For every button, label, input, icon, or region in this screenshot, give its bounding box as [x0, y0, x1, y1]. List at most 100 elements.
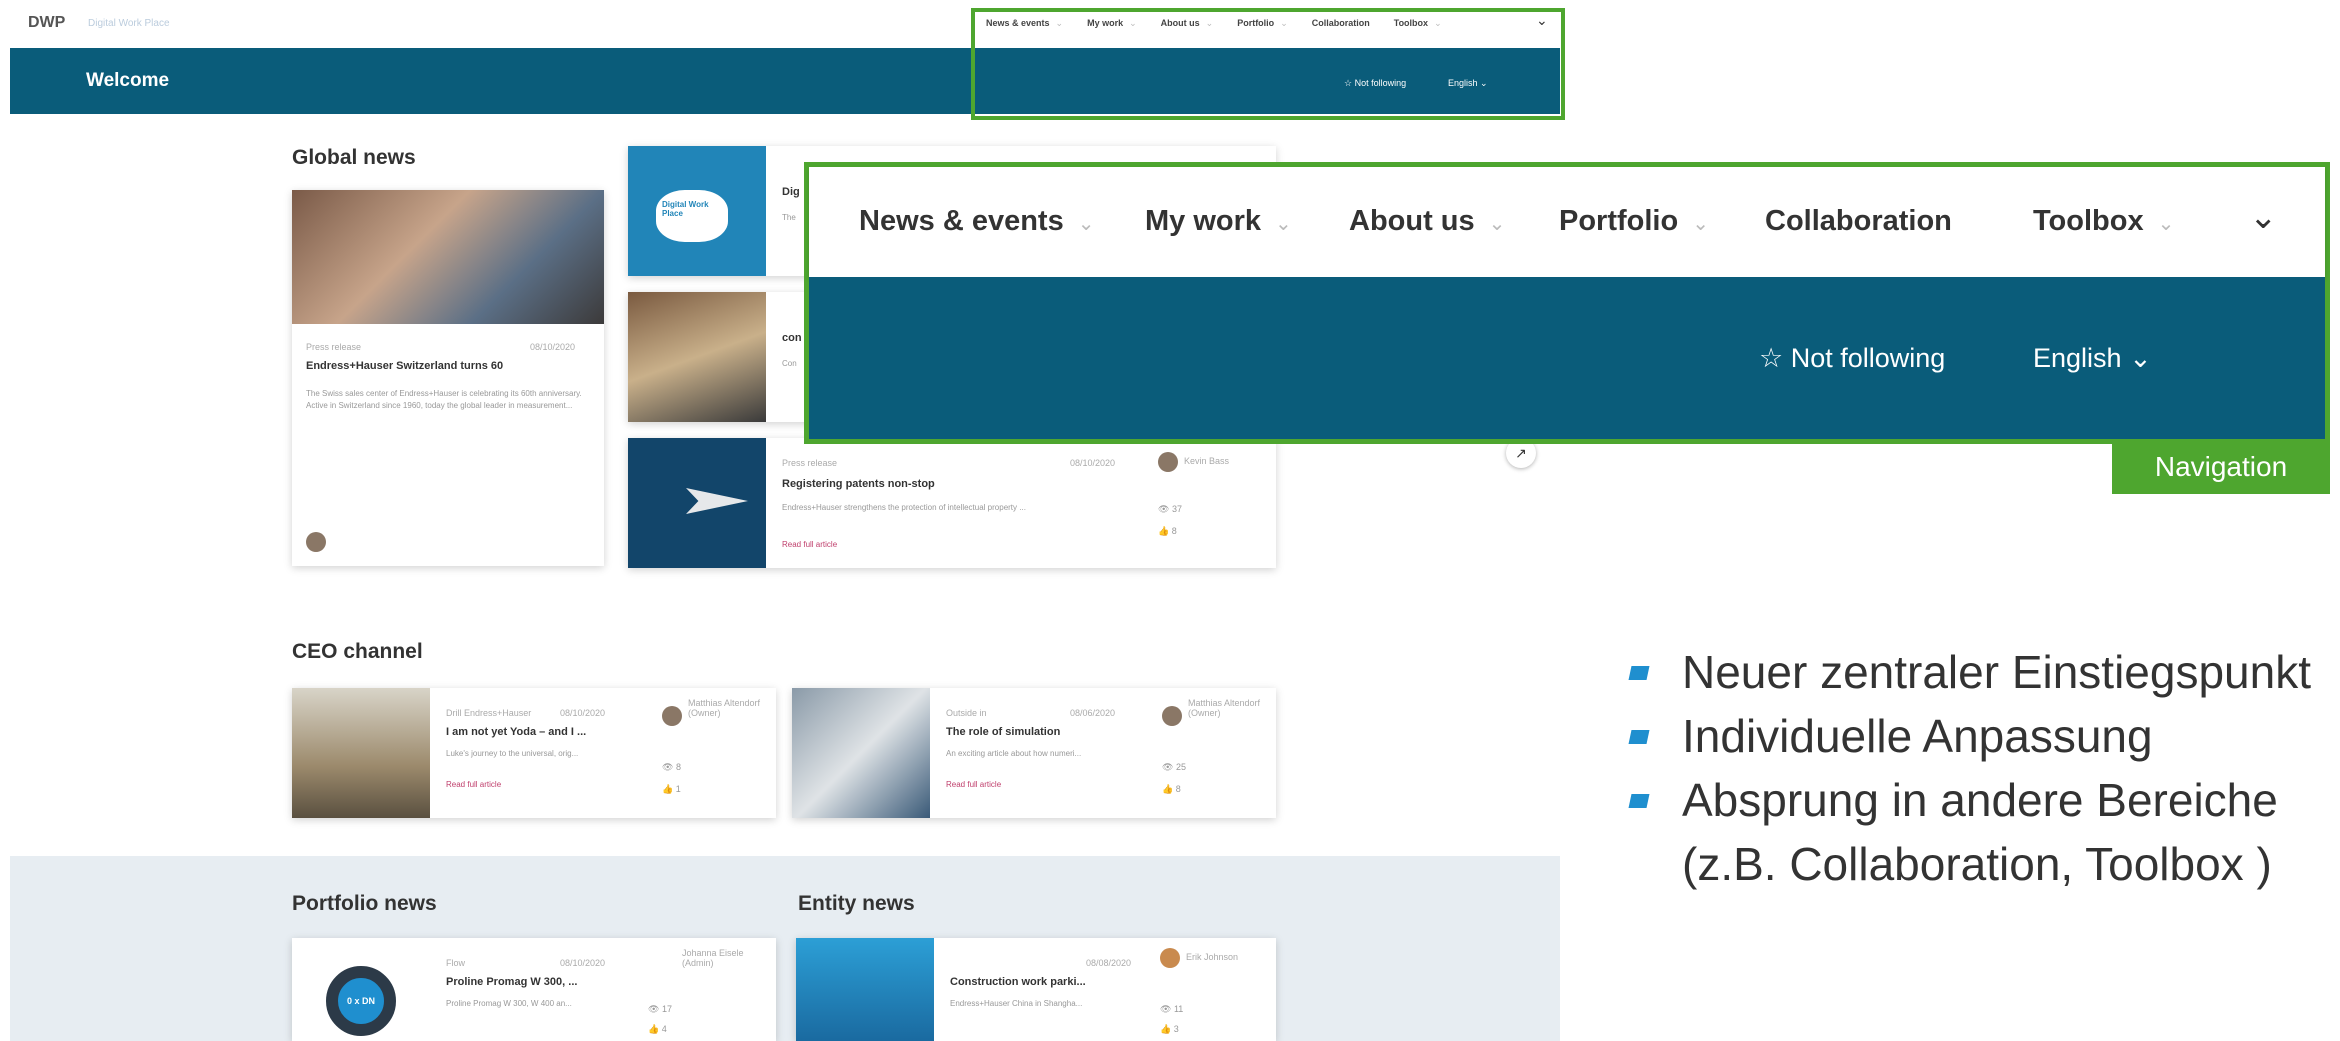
read-more-link[interactable]: Read full article: [946, 780, 1001, 789]
ceo-text: Luke's journey to the universal, orig...: [446, 749, 579, 758]
feature-news-image: [292, 190, 604, 324]
feature-headline[interactable]: Endress+Hauser Switzerland turns 60: [306, 360, 596, 372]
ceo-headline[interactable]: I am not yet Yoda – and I ...: [446, 726, 586, 738]
news-image: [628, 438, 766, 568]
bullet-marker-icon: [1628, 730, 1650, 744]
nav-news-events[interactable]: News & events ⌄: [859, 205, 1094, 238]
follow-button[interactable]: ☆ Not following: [1759, 343, 1945, 374]
portfolio-text: Proline Promag W 300, W 400 an...: [446, 999, 572, 1008]
feature-date: 08/10/2020: [530, 342, 576, 352]
news-headline[interactable]: Dig: [782, 186, 800, 198]
section-title-portfolio-news: Portfolio news: [292, 892, 437, 915]
likes-count: 👍 8: [1158, 526, 1177, 536]
views-count: 👁 37: [1158, 504, 1182, 514]
eye-icon: 👁: [1160, 1004, 1174, 1014]
news-image: [628, 292, 766, 422]
read-more-link[interactable]: Read full article: [446, 780, 501, 789]
nav-collaboration[interactable]: Collaboration: [1765, 205, 1952, 238]
news-text: Con: [782, 359, 797, 368]
chevron-down-icon: ⌄: [2157, 213, 2175, 235]
highlight-box-small: [971, 8, 1565, 120]
flowmeter-icon: 0 x DN: [326, 966, 396, 1036]
eye-icon: 👁: [1162, 762, 1176, 772]
author-name: Kevin Bass: [1184, 456, 1230, 466]
section-title-entity-news: Entity news: [798, 892, 915, 915]
portfolio-category: Flow: [446, 958, 466, 968]
entity-headline[interactable]: Construction work parki...: [950, 976, 1086, 988]
avatar: [662, 706, 682, 726]
nav-my-work[interactable]: My work ⌄: [1145, 205, 1292, 238]
ceo-category: Outside in: [946, 708, 987, 718]
nav-portfolio[interactable]: Portfolio ⌄: [1559, 205, 1709, 238]
portfolio-card[interactable]: 0 x DN Flow 08/10/2020 Proline Promag W …: [292, 938, 776, 1041]
avatar: [306, 532, 326, 552]
ceo-text: An exciting article about how numeri...: [946, 749, 1082, 758]
thumbs-up-icon: 👍: [1158, 526, 1172, 536]
chevron-down-icon: ⌄: [1488, 213, 1506, 235]
news-date: 08/10/2020: [1070, 458, 1116, 468]
page-title: Welcome: [86, 70, 170, 91]
avatar: [1158, 452, 1178, 472]
portfolio-date: 08/10/2020: [560, 958, 606, 968]
ceo-card-1[interactable]: Drill Endress+Hauser 08/10/2020 I am not…: [292, 688, 776, 818]
nav-band: ☆ Not following English ⌄: [809, 277, 2325, 439]
logo[interactable]: DWP: [28, 14, 65, 32]
news-card-3[interactable]: Press release 08/10/2020 Registering pat…: [628, 438, 1276, 568]
feature-text: The Swiss sales center of Endress+Hauser…: [306, 389, 582, 410]
chevron-down-icon: ⌄: [1077, 213, 1095, 235]
likes-count: 👍 1: [662, 784, 681, 794]
nav-about-us[interactable]: About us ⌄: [1349, 205, 1505, 238]
author-name: Erik Johnson: [1186, 952, 1239, 962]
language-select[interactable]: English ⌄: [2033, 343, 2152, 374]
entity-card[interactable]: 08/08/2020 Construction work parki... En…: [796, 938, 1276, 1041]
navigation-callout: News & events ⌄ My work ⌄ About us ⌄ Portfo…: [804, 162, 2330, 444]
logo-subtitle: Digital Work Place: [88, 18, 170, 29]
badge-label: Digital Work Place: [656, 190, 728, 242]
main-nav: News & events ⌄ My work ⌄ About us ⌄ Portfo…: [809, 167, 2325, 277]
entity-date: 08/08/2020: [1086, 958, 1132, 968]
ceo-image: [792, 688, 930, 818]
author-name: Matthias Altendorf (Owner): [1188, 698, 1261, 718]
thumbs-up-icon: 👍: [648, 1024, 662, 1034]
bullet-list: Neuer zentraler Einstiegspunkt Individue…: [1628, 640, 2330, 896]
likes-count: 👍 4: [648, 1024, 667, 1034]
entity-text: Endress+Hauser China in Shangha...: [950, 999, 1083, 1008]
author-name: Matthias Altendorf (Owner): [688, 698, 761, 718]
entity-image: [796, 938, 934, 1041]
navigation-label: Navigation: [2112, 440, 2330, 494]
ceo-category: Drill Endress+Hauser: [446, 708, 532, 718]
bullet-marker-icon: [1628, 794, 1650, 808]
portfolio-image: 0 x DN: [292, 938, 430, 1041]
likes-count: 👍 3: [1160, 1024, 1179, 1034]
eye-icon: 👁: [1158, 504, 1172, 514]
section-title-ceo-channel: CEO channel: [292, 640, 423, 663]
paper-plane-icon: [686, 488, 748, 514]
eye-icon: 👁: [662, 762, 676, 772]
views-count: 👁 17: [648, 1004, 672, 1014]
news-headline[interactable]: con: [782, 332, 802, 344]
avatar: [1160, 948, 1180, 968]
feature-category: Press release: [306, 342, 362, 352]
lower-band: [10, 856, 1560, 1041]
feature-news-card[interactable]: Press release 08/10/2020 Endress+Hauser …: [292, 190, 604, 566]
news-headline[interactable]: Registering patents non-stop: [782, 478, 935, 490]
ceo-date: 08/10/2020: [560, 708, 606, 718]
ceo-card-2[interactable]: Outside in 08/06/2020 The role of simula…: [792, 688, 1276, 818]
views-count: 👁 8: [662, 762, 681, 772]
author-name: Johanna Eisele (Admin): [682, 948, 744, 968]
eye-icon: 👁: [648, 1004, 662, 1014]
chevron-down-icon: ⌄: [2121, 343, 2152, 373]
chevron-down-icon: ⌄: [1692, 213, 1709, 235]
bullet-item: Absprung in andere Bereiche (z.B. Collab…: [1628, 768, 2330, 896]
nav-toolbox[interactable]: Toolbox ⌄: [2033, 205, 2174, 238]
news-text: The: [782, 213, 796, 222]
read-more-link[interactable]: Read full article: [782, 540, 837, 549]
section-title-global-news: Global news: [292, 146, 416, 169]
ceo-headline[interactable]: The role of simulation: [946, 726, 1060, 738]
expand-chevron-icon[interactable]: ⌄: [2249, 197, 2278, 237]
portfolio-headline[interactable]: Proline Promag W 300, ...: [446, 976, 577, 988]
ceo-image: [292, 688, 430, 818]
news-image: Digital Work Place: [628, 146, 766, 276]
thumbs-up-icon: 👍: [1160, 1024, 1174, 1034]
news-text: Endress+Hauser strengthens the protectio…: [782, 503, 1026, 512]
